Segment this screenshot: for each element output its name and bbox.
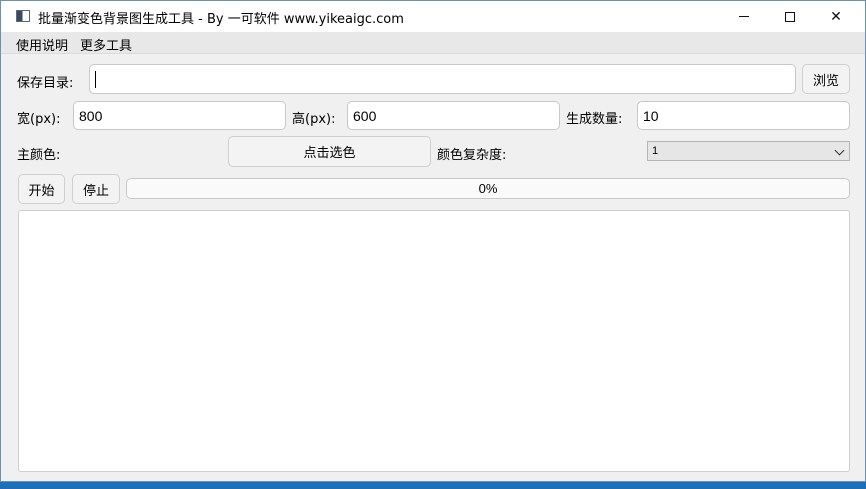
height-value: 600 bbox=[353, 107, 377, 124]
complexity-select[interactable]: 1 bbox=[647, 141, 850, 161]
pick-color-button[interactable]: 点击选色 bbox=[228, 136, 431, 167]
height-label: 高(px): bbox=[292, 112, 336, 127]
menu-item-usage[interactable]: 使用说明 bbox=[16, 35, 68, 54]
progress-text: 0% bbox=[478, 181, 498, 196]
width-label: 宽(px): bbox=[17, 112, 61, 127]
chevron-down-icon bbox=[834, 145, 845, 156]
complexity-value: 1 bbox=[652, 145, 659, 157]
title-bar: 批量渐变色背景图生成工具 - By 一可软件 www.yikeaigc.com … bbox=[1, 1, 865, 32]
complexity-label: 颜色复杂度: bbox=[437, 148, 507, 163]
start-button[interactable]: 开始 bbox=[18, 174, 65, 204]
menu-bar: 使用说明 更多工具 bbox=[1, 32, 865, 54]
progress-bar: 0% bbox=[126, 178, 850, 199]
text-caret bbox=[95, 70, 96, 88]
width-value: 800 bbox=[79, 107, 103, 124]
count-value: 10 bbox=[643, 107, 659, 124]
maximize-button[interactable] bbox=[767, 1, 813, 32]
window-title: 批量渐变色背景图生成工具 - By 一可软件 www.yikeaigc.com bbox=[38, 12, 404, 27]
maximize-icon bbox=[785, 11, 795, 22]
menu-item-more-tools[interactable]: 更多工具 bbox=[80, 35, 132, 54]
width-input[interactable]: 800 bbox=[73, 101, 286, 130]
height-input[interactable]: 600 bbox=[347, 101, 560, 130]
save-dir-input[interactable] bbox=[89, 64, 796, 94]
count-input[interactable]: 10 bbox=[637, 101, 850, 130]
app-window: 批量渐变色背景图生成工具 - By 一可软件 www.yikeaigc.com … bbox=[0, 0, 866, 482]
save-dir-label: 保存目录: bbox=[17, 76, 74, 91]
count-label: 生成数量: bbox=[566, 112, 623, 127]
browse-button[interactable]: 浏览 bbox=[802, 64, 850, 94]
minimize-icon bbox=[739, 16, 749, 17]
close-icon: ✕ bbox=[830, 8, 842, 25]
main-color-label: 主颜色: bbox=[17, 148, 61, 163]
stop-button[interactable]: 停止 bbox=[72, 174, 120, 204]
log-output[interactable] bbox=[18, 210, 850, 472]
app-icon bbox=[16, 10, 30, 22]
minimize-button[interactable] bbox=[721, 1, 767, 32]
close-button[interactable]: ✕ bbox=[813, 1, 859, 32]
